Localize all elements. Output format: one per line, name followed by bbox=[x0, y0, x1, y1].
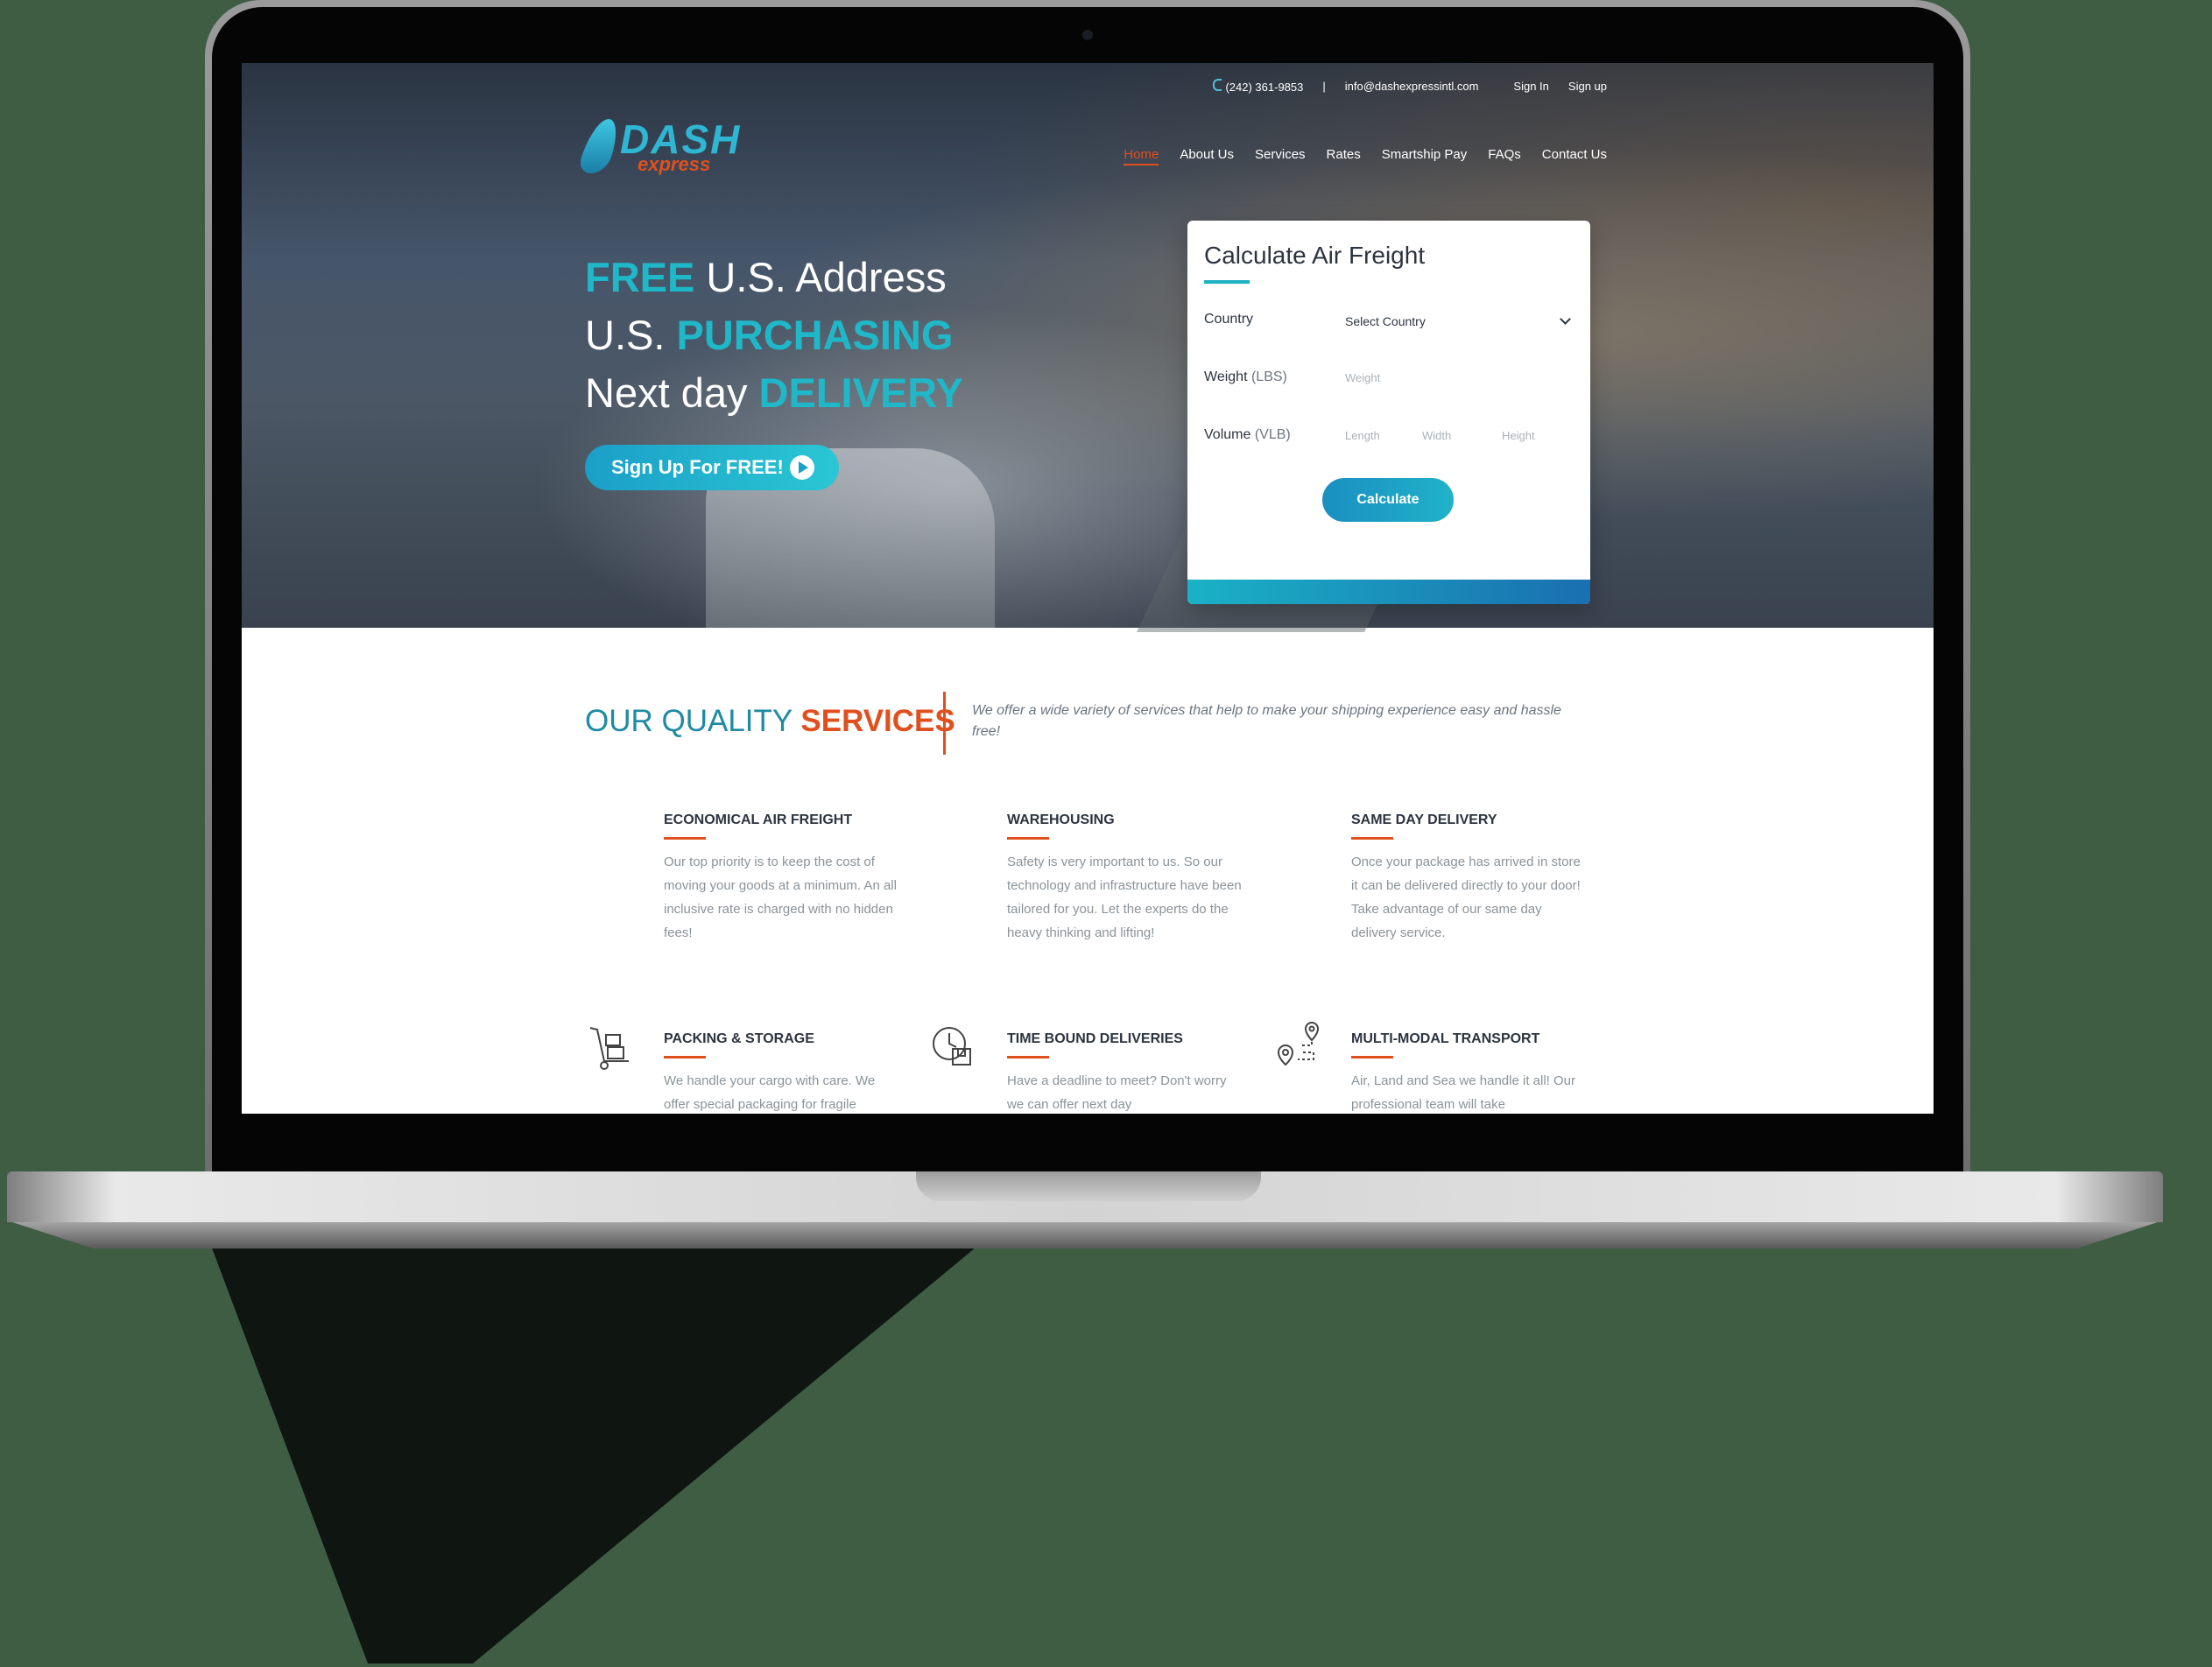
phone-icon bbox=[1213, 79, 1222, 91]
chevron-down-icon bbox=[1560, 313, 1571, 325]
height-input[interactable] bbox=[1500, 420, 1577, 450]
weight-unit: (LBS) bbox=[1250, 369, 1287, 384]
headline-text-1: U.S. Address bbox=[706, 254, 947, 300]
country-label: Country bbox=[1204, 312, 1254, 327]
email-link[interactable]: info@dashexpressintl.com bbox=[1345, 80, 1479, 93]
services-heading-text: OUR QUALITY bbox=[585, 704, 793, 738]
weight-label: Weight (LBS) bbox=[1204, 369, 1287, 384]
nav-item-about-us[interactable]: About Us bbox=[1180, 147, 1234, 165]
service-description: We handle your cargo with care. We offer… bbox=[664, 1073, 876, 1112]
air-freight-calculator: Calculate Air Freight Country Select Cou… bbox=[1187, 221, 1590, 604]
service-title: WAREHOUSING bbox=[1007, 812, 1115, 827]
service-title: ECONOMICAL AIR FREIGHT bbox=[664, 812, 853, 827]
nav-item-services[interactable]: Services bbox=[1255, 147, 1306, 165]
weight-input[interactable] bbox=[1343, 362, 1574, 392]
hand-truck-icon bbox=[589, 1027, 629, 1070]
sign-up-link[interactable]: Sign up bbox=[1568, 80, 1607, 93]
laptop-base-bottom bbox=[7, 1220, 2163, 1248]
calculator-title: Calculate Air Freight bbox=[1204, 242, 1426, 269]
country-select-value: Select Country bbox=[1345, 314, 1426, 328]
signup-cta-button[interactable]: Sign Up For FREE! bbox=[585, 445, 839, 490]
main-nav: Home About Us Services Rates Smartship P… bbox=[1124, 147, 1607, 165]
service-title-bar bbox=[1351, 1056, 1393, 1059]
hero-section: (242) 361-9853 | info@dashexpressintl.co… bbox=[242, 63, 1934, 632]
topbar-separator: | bbox=[1322, 80, 1326, 93]
service-title: SAME DAY DELIVERY bbox=[1351, 812, 1497, 827]
service-title: MULTI-MODAL TRANSPORT bbox=[1351, 1031, 1540, 1046]
site-logo[interactable]: DASH express bbox=[575, 117, 769, 187]
nav-item-faqs[interactable]: FAQs bbox=[1488, 147, 1521, 165]
service-description: Safety is very important to us. So our t… bbox=[1007, 855, 1242, 940]
clock-package-icon bbox=[933, 1027, 971, 1066]
laptop-notch bbox=[916, 1171, 1261, 1201]
service-title-bar bbox=[664, 1056, 706, 1059]
service-title: PACKING & STORAGE bbox=[664, 1031, 814, 1046]
service-card: ECONOMICAL AIR FREIGHT Our top priority … bbox=[664, 812, 900, 945]
nav-item-contact-us[interactable]: Contact Us bbox=[1542, 147, 1607, 165]
country-select[interactable]: Select Country bbox=[1345, 308, 1574, 334]
service-title-bar bbox=[664, 837, 706, 840]
service-description: Have a deadline to meet? Don't worry we … bbox=[1007, 1073, 1227, 1112]
play-arrow-icon bbox=[790, 455, 814, 480]
service-card: SAME DAY DELIVERY Once your package has … bbox=[1351, 812, 1588, 945]
headline-line-2: U.S. PURCHASING bbox=[585, 306, 963, 364]
headline-text-3: Next day bbox=[585, 369, 748, 416]
services-heading: OUR QUALITY SERVICES bbox=[585, 704, 955, 739]
calculate-button[interactable]: Calculate bbox=[1322, 478, 1454, 522]
headline-accent-1: FREE bbox=[585, 254, 695, 300]
logo-mark-icon bbox=[575, 119, 624, 173]
webcam bbox=[1082, 30, 1093, 40]
logo-subword: express bbox=[638, 153, 711, 175]
services-tagline: We offer a wide variety of services that… bbox=[972, 703, 1561, 739]
laptop-shadow bbox=[210, 1243, 981, 1663]
service-card: PACKING & STORAGE We handle your cargo w… bbox=[664, 1031, 900, 1114]
nav-item-home[interactable]: Home bbox=[1124, 147, 1159, 165]
volume-unit: (VLB) bbox=[1254, 427, 1291, 442]
hero-headline: FREE U.S. Address U.S. PURCHASING Next d… bbox=[585, 249, 963, 422]
title-underline bbox=[1204, 280, 1250, 284]
sign-in-link[interactable]: Sign In bbox=[1513, 80, 1548, 93]
service-description: Once your package has arrived in store i… bbox=[1351, 855, 1581, 940]
service-title-bar bbox=[1007, 1056, 1049, 1059]
laptop-screen: (242) 361-9853 | info@dashexpressintl.co… bbox=[242, 63, 1934, 1114]
service-description: Air, Land and Sea we handle it all! Our … bbox=[1351, 1073, 1575, 1112]
service-title-bar bbox=[1007, 837, 1049, 840]
length-input[interactable] bbox=[1343, 420, 1415, 450]
cta-label: Sign Up For FREE! bbox=[611, 456, 784, 478]
heading-divider bbox=[943, 692, 946, 755]
headline-accent-2: PURCHASING bbox=[676, 312, 954, 358]
phone-link[interactable]: (242) 361-9853 bbox=[1213, 79, 1303, 94]
route-pin-icon bbox=[1277, 1021, 1320, 1066]
phone-text: (242) 361-9853 bbox=[1225, 81, 1304, 94]
headline-line-3: Next day DELIVERY bbox=[585, 364, 963, 422]
nav-item-rates[interactable]: Rates bbox=[1327, 147, 1361, 165]
nav-item-smartship-pay[interactable]: Smartship Pay bbox=[1382, 147, 1468, 165]
service-card: WAREHOUSING Safety is very important to … bbox=[1007, 812, 1243, 945]
width-input[interactable] bbox=[1420, 420, 1492, 450]
service-card: MULTI-MODAL TRANSPORT Air, Land and Sea … bbox=[1351, 1031, 1588, 1114]
top-bar: (242) 361-9853 | info@dashexpressintl.co… bbox=[1213, 79, 1607, 94]
volume-label: Volume (VLB) bbox=[1204, 427, 1291, 442]
headline-accent-3: DELIVERY bbox=[758, 369, 963, 416]
service-card: TIME BOUND DELIVERIES Have a deadline to… bbox=[1007, 1031, 1243, 1114]
service-title: TIME BOUND DELIVERIES bbox=[1007, 1031, 1183, 1046]
service-title-bar bbox=[1351, 837, 1393, 840]
service-description: Our top priority is to keep the cost of … bbox=[664, 855, 897, 940]
headline-line-1: FREE U.S. Address bbox=[585, 249, 963, 306]
calculator-accent-bar bbox=[1187, 580, 1590, 604]
headline-text-2: U.S. bbox=[585, 312, 666, 358]
services-heading-accent: SERVICES bbox=[800, 704, 955, 738]
